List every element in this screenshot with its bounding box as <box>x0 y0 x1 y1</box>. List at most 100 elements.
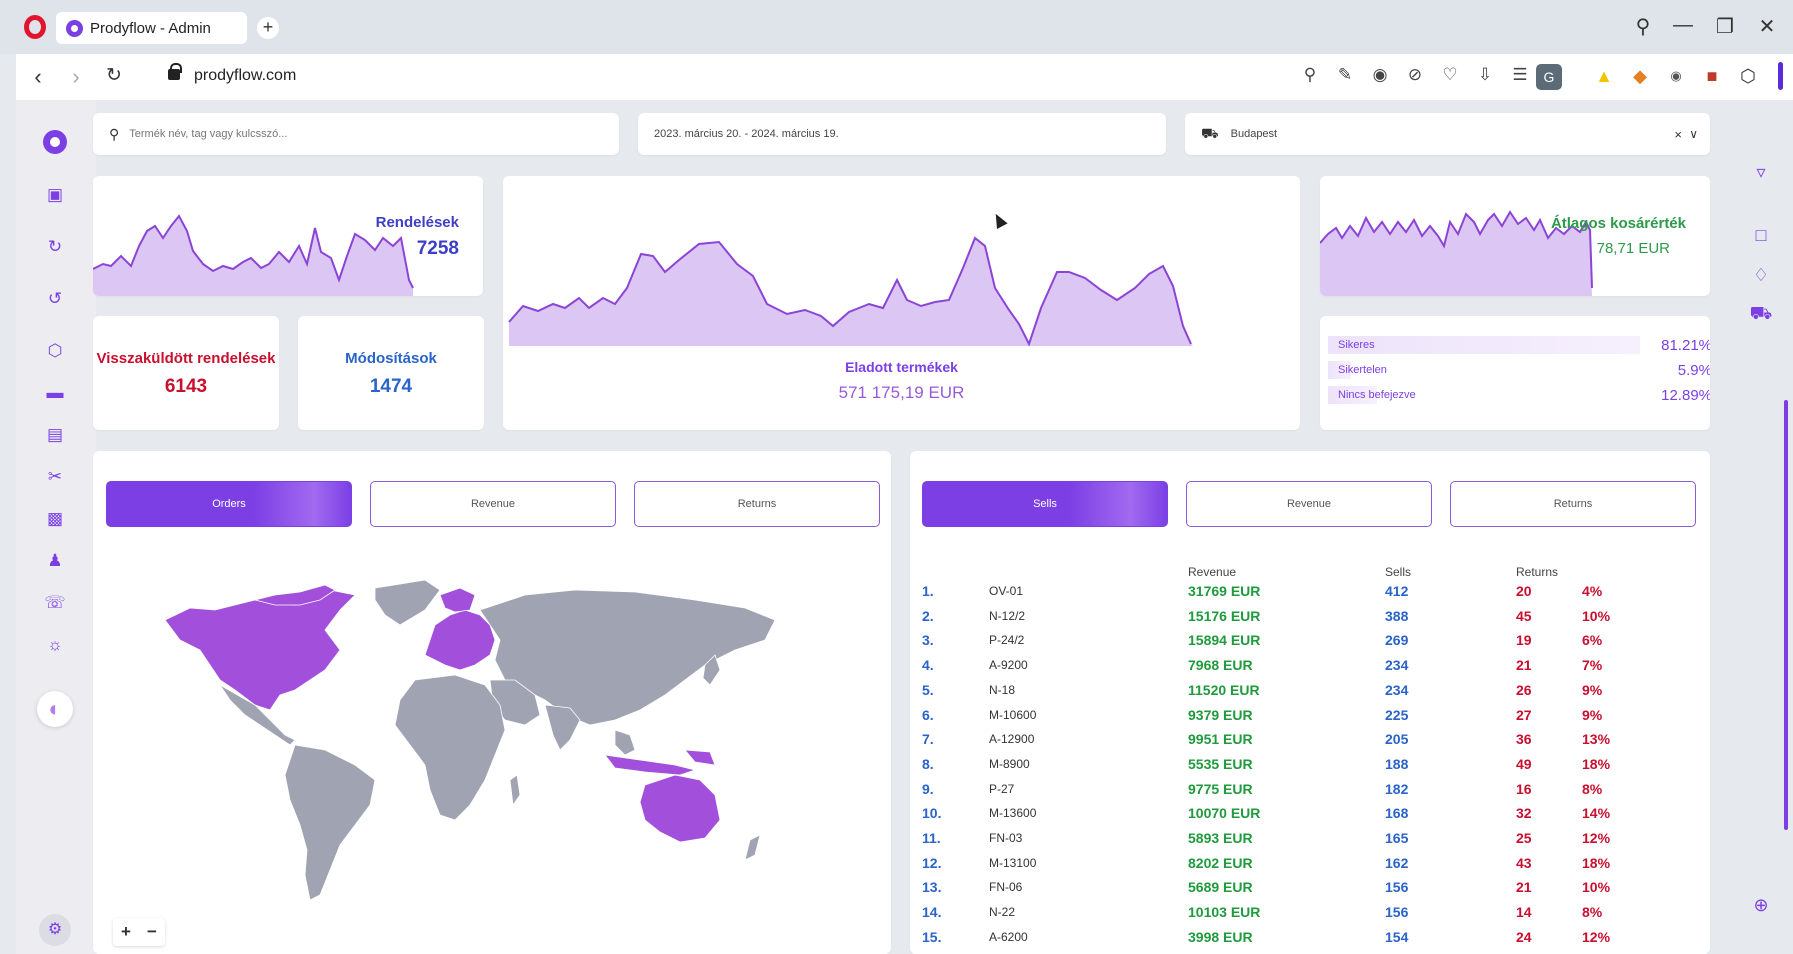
close-window-icon[interactable]: ✕ <box>1754 14 1780 39</box>
table-row[interactable]: 6. M-10600 9379 EUR 225 27 9% <box>922 707 1682 731</box>
table-row[interactable]: 13. FN-06 5689 EUR 156 21 10% <box>922 879 1682 903</box>
indonesia-region[interactable] <box>604 754 697 776</box>
new-guinea-region[interactable] <box>684 749 716 766</box>
tab-table-revenue[interactable]: Revenue <box>1186 481 1432 527</box>
row-returns: 21 <box>1516 879 1532 896</box>
tab-orders[interactable]: Orders <box>106 481 352 527</box>
right-panel: ▿ □ ♢ ⛟ ⊕ <box>1740 140 1780 954</box>
tab-table-returns[interactable]: Returns <box>1450 481 1696 527</box>
forward-icon[interactable]: › <box>64 64 88 90</box>
table-row[interactable]: 2. N-12/2 15176 EUR 388 45 10% <box>922 608 1682 632</box>
scissors-icon[interactable]: ✂ <box>42 464 68 490</box>
clear-icon[interactable]: × <box>1674 127 1682 142</box>
new-zealand-region[interactable] <box>744 834 761 861</box>
extension-rm-icon[interactable]: ◉ <box>1664 64 1688 88</box>
row-sells: 162 <box>1385 854 1409 871</box>
greenland-region[interactable] <box>374 579 441 626</box>
bell-icon[interactable]: ♢ <box>1748 262 1774 288</box>
row-product-code: N-22 <box>989 905 1016 920</box>
easy-setup-icon[interactable]: ☰ <box>1508 65 1532 85</box>
table-row[interactable]: 11. FN-03 5893 EUR 165 25 12% <box>922 830 1682 854</box>
tab-returns[interactable]: Returns <box>634 481 880 527</box>
row-return-percent: 9% <box>1582 681 1603 698</box>
minimize-icon[interactable]: — <box>1670 14 1696 37</box>
sidebar-toggle[interactable] <box>1778 62 1783 90</box>
date-range-filter[interactable]: 2023. március 20. - 2024. március 19. <box>638 113 1166 155</box>
table-row[interactable]: 9. P-27 9775 EUR 182 16 8% <box>922 781 1682 805</box>
gauge-icon[interactable]: ☼ <box>42 632 68 658</box>
europe-region[interactable] <box>424 609 496 671</box>
chevron-down-icon[interactable]: ∨ <box>1689 127 1698 141</box>
refresh-icon[interactable]: ↻ <box>42 234 68 260</box>
australia-region[interactable] <box>639 774 721 843</box>
table-row[interactable]: 3. P-24/2 15894 EUR 269 19 6% <box>922 632 1682 656</box>
dashboard-icon[interactable]: ▣ <box>42 182 68 208</box>
back-icon[interactable]: ‹ <box>26 64 50 90</box>
table-row[interactable]: 12. M-13100 8202 EUR 162 43 18% <box>922 855 1682 879</box>
metamask-icon[interactable]: ◆ <box>1628 64 1652 88</box>
delivery-icon[interactable]: ⛟ <box>1748 300 1774 326</box>
extensions-cube-icon[interactable]: ⬡ <box>1736 64 1760 88</box>
new-tab-button[interactable]: + <box>257 17 279 39</box>
southeast-asia-region[interactable] <box>614 729 636 756</box>
table-row[interactable]: 7. A-12900 9951 EUR 205 36 13% <box>922 731 1682 755</box>
orders-label: Rendelések <box>375 214 459 231</box>
africa-region[interactable] <box>394 674 506 821</box>
extension-bag-icon[interactable]: ■ <box>1700 64 1724 88</box>
add-circle-icon[interactable]: ⊕ <box>1748 892 1774 918</box>
tab-revenue[interactable]: Revenue <box>370 481 616 527</box>
url-field[interactable]: prodyflow.com <box>194 67 296 85</box>
zoom-search-icon[interactable]: ⚲ <box>1298 65 1322 85</box>
search-input[interactable]: Termék név, tag vagy kulcsszó... <box>129 128 287 140</box>
browser-tab[interactable]: Prodyflow - Admin <box>56 12 247 44</box>
profile-avatar[interactable]: G <box>1536 64 1562 90</box>
analytics-icon[interactable]: ▤ <box>42 422 68 448</box>
table-row[interactable]: 5. N-18 11520 EUR 234 26 9% <box>922 682 1682 706</box>
row-returns: 16 <box>1516 780 1532 797</box>
table-row[interactable]: 1. OV-01 31769 EUR 412 20 4% <box>922 583 1682 607</box>
restore-icon[interactable]: ❐ <box>1712 14 1738 39</box>
filter-icon[interactable]: ▿ <box>1748 159 1774 185</box>
table-row[interactable]: 8. M-8900 5535 EUR 188 49 18% <box>922 756 1682 780</box>
chat-icon[interactable]: □ <box>1748 222 1774 248</box>
zoom-out-button[interactable]: − <box>147 922 157 942</box>
package-icon[interactable]: ⬡ <box>42 338 68 364</box>
right-scrollbar[interactable] <box>1784 400 1788 830</box>
adblock-icon[interactable]: ⊘ <box>1403 65 1427 85</box>
scandinavia-region[interactable] <box>439 587 476 613</box>
north-america-region[interactable] <box>164 589 356 711</box>
row-rank: 6. <box>922 706 934 723</box>
location-filter[interactable]: ⛟ Budapest × ∨ <box>1185 113 1710 155</box>
users-icon[interactable]: ♟ <box>42 548 68 574</box>
tab-sells[interactable]: Sells <box>922 481 1168 527</box>
edit-icon[interactable]: ✎ <box>1333 65 1357 85</box>
reload-icon[interactable]: ↻ <box>102 64 126 87</box>
world-map[interactable] <box>95 570 865 930</box>
search-filter[interactable]: ⚲ Termék név, tag vagy kulcsszó... <box>93 113 619 155</box>
row-rank: 13. <box>922 879 942 896</box>
row-returns: 43 <box>1516 854 1532 871</box>
madagascar-region[interactable] <box>509 774 521 807</box>
row-revenue: 9775 EUR <box>1188 780 1253 797</box>
row-revenue: 9379 EUR <box>1188 706 1253 723</box>
table-row[interactable]: 15. A-6200 3998 EUR 154 24 12% <box>922 929 1682 953</box>
search-tabs-icon[interactable]: ⚲ <box>1630 14 1656 39</box>
download-icon[interactable]: ⇩ <box>1473 65 1497 85</box>
camera-icon[interactable]: ◉ <box>1368 65 1392 85</box>
loading-active-icon[interactable]: ◐ <box>37 691 73 727</box>
table-row[interactable]: 10. M-13600 10070 EUR 168 32 14% <box>922 805 1682 829</box>
heart-icon[interactable]: ♡ <box>1438 65 1462 85</box>
support-icon[interactable]: ☏ <box>42 590 68 616</box>
opera-logo-icon[interactable] <box>24 15 46 39</box>
prodyflow-logo-icon[interactable] <box>43 130 67 154</box>
table-row[interactable]: 4. A-9200 7968 EUR 234 21 7% <box>922 657 1682 681</box>
south-america-region[interactable] <box>284 744 376 901</box>
monitor-icon[interactable]: ▩ <box>42 506 68 532</box>
extension-m-icon[interactable]: ▲ <box>1592 64 1616 88</box>
table-row[interactable]: 14. N-22 10103 EUR 156 14 8% <box>922 904 1682 928</box>
row-return-percent: 4% <box>1582 583 1603 599</box>
ruler-icon[interactable]: ▬ <box>42 380 68 406</box>
zoom-in-button[interactable]: + <box>121 922 131 942</box>
settings-icon[interactable]: ⚙ <box>39 914 71 946</box>
sync-icon[interactable]: ↺ <box>42 286 68 312</box>
